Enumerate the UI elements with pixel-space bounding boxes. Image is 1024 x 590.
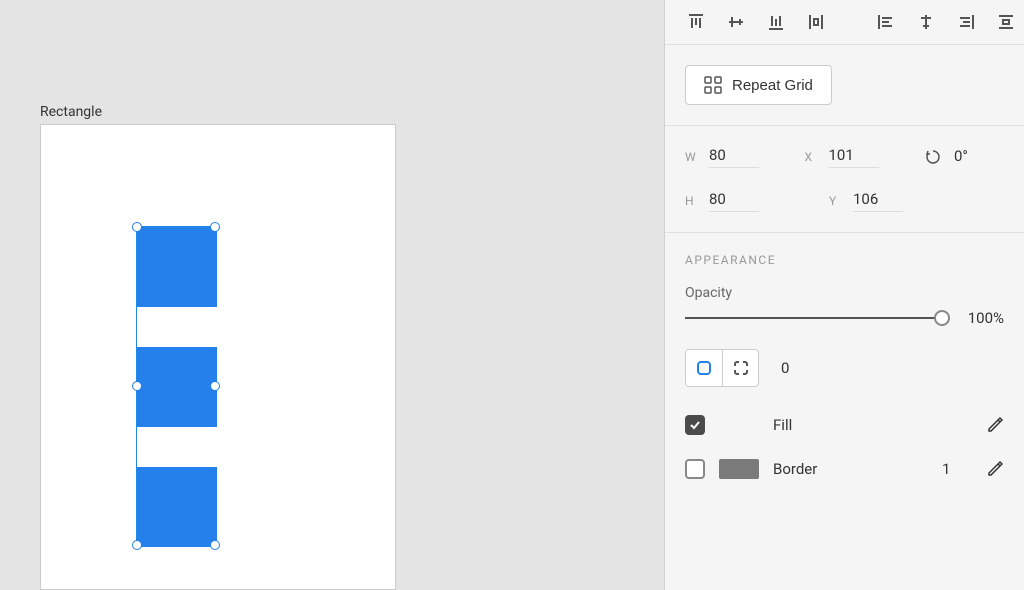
handle-middle-right[interactable] — [210, 381, 220, 391]
grid-cell[interactable] — [137, 347, 217, 427]
align-bottom-icon[interactable] — [765, 11, 787, 33]
fill-checkbox[interactable] — [685, 415, 705, 435]
y-label: Y — [829, 194, 843, 208]
grid-cell[interactable] — [137, 227, 217, 307]
border-eyedropper-icon[interactable] — [986, 460, 1004, 478]
height-input[interactable]: 80 — [709, 190, 759, 212]
independent-radius-button[interactable] — [722, 350, 758, 386]
opacity-slider[interactable] — [685, 317, 944, 319]
fill-row: Fill — [685, 415, 1004, 435]
alignment-toolbar — [665, 0, 1024, 45]
opacity-value[interactable]: 100% — [958, 309, 1004, 327]
repeat-grid-section: Repeat Grid — [665, 45, 1024, 126]
border-row: Border 1 — [685, 459, 1004, 479]
handle-bottom-left[interactable] — [132, 540, 142, 550]
distribute-vertical-icon[interactable] — [805, 11, 827, 33]
rotate-icon[interactable] — [924, 148, 942, 166]
grid-cell[interactable] — [137, 467, 217, 547]
repeat-grid-icon — [704, 76, 722, 94]
x-input[interactable]: 101 — [829, 146, 879, 168]
align-top-icon[interactable] — [685, 11, 707, 33]
repeat-grid-button[interactable]: Repeat Grid — [685, 65, 832, 105]
canvas-area[interactable]: Rectangle — [0, 0, 664, 590]
fill-swatch[interactable] — [719, 415, 759, 435]
appearance-section: APPEARANCE Opacity 100% 0 — [665, 233, 1024, 513]
grid-gap — [137, 427, 217, 467]
appearance-title: APPEARANCE — [685, 253, 1004, 267]
corner-radius-input[interactable]: 0 — [781, 359, 789, 377]
corner-radius-mode — [685, 349, 759, 387]
align-center-horizontal-icon[interactable] — [915, 11, 937, 33]
grid-gap — [137, 307, 217, 347]
handle-top-right[interactable] — [210, 222, 220, 232]
transform-section: W 80 X 101 0° H 80 Y 106 — [665, 126, 1024, 233]
height-label: H — [685, 194, 699, 208]
border-label: Border — [773, 460, 928, 478]
fill-label: Fill — [773, 416, 972, 434]
border-width-input[interactable]: 1 — [942, 460, 972, 478]
align-right-icon[interactable] — [955, 11, 977, 33]
rotation-input[interactable]: 0° — [954, 147, 1004, 168]
handle-bottom-right[interactable] — [210, 540, 220, 550]
opacity-thumb[interactable] — [934, 310, 950, 326]
y-input[interactable]: 106 — [853, 190, 903, 212]
artboard-label[interactable]: Rectangle — [40, 104, 102, 120]
width-input[interactable]: 80 — [709, 146, 759, 168]
fill-eyedropper-icon[interactable] — [986, 416, 1004, 434]
artboard[interactable] — [40, 124, 396, 590]
border-checkbox[interactable] — [685, 459, 705, 479]
selected-repeat-grid[interactable] — [136, 226, 216, 546]
align-middle-vertical-icon[interactable] — [725, 11, 747, 33]
x-label: X — [805, 150, 819, 164]
distribute-horizontal-icon[interactable] — [995, 11, 1017, 33]
opacity-label: Opacity — [685, 285, 1004, 301]
width-label: W — [685, 150, 699, 164]
border-swatch[interactable] — [719, 459, 759, 479]
repeat-grid-label: Repeat Grid — [732, 77, 813, 94]
uniform-radius-button[interactable] — [686, 350, 722, 386]
properties-panel: Repeat Grid W 80 X 101 0° H 80 Y — [664, 0, 1024, 590]
align-left-icon[interactable] — [875, 11, 897, 33]
handle-middle-left[interactable] — [132, 381, 142, 391]
handle-top-left[interactable] — [132, 222, 142, 232]
